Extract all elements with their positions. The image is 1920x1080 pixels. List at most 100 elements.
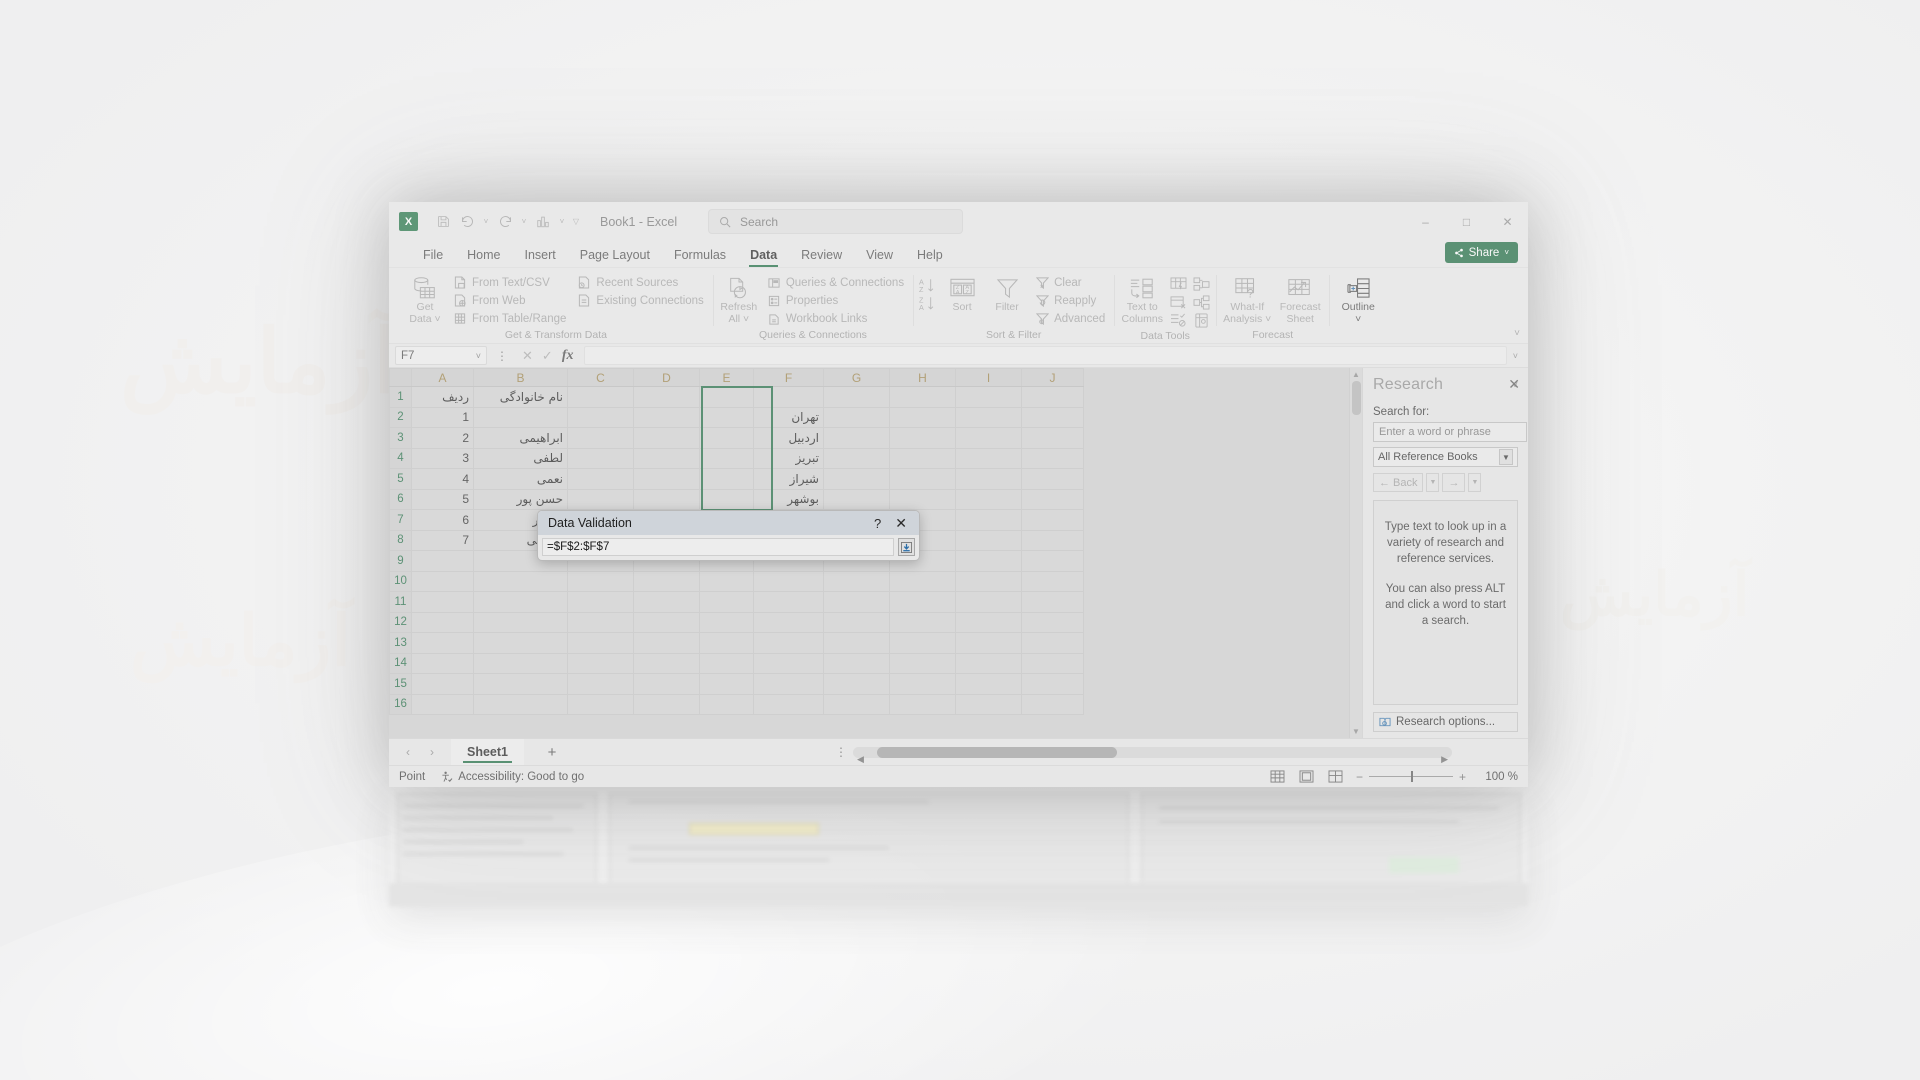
- cell-B4[interactable]: لطفی: [473, 447, 568, 469]
- vertical-scrollbar[interactable]: ▲ ▼: [1349, 368, 1362, 738]
- cell-C3[interactable]: [567, 427, 634, 449]
- cell-A7[interactable]: 6: [411, 509, 474, 531]
- cell-C12[interactable]: [567, 611, 634, 633]
- row-header-6[interactable]: 6: [389, 488, 412, 510]
- cell-J3[interactable]: [1021, 427, 1084, 449]
- consolidate-icon[interactable]: [1191, 276, 1211, 293]
- cell-A6[interactable]: 5: [411, 488, 474, 510]
- horizontal-scroll-thumb[interactable]: [877, 747, 1117, 758]
- cancel-formula-icon[interactable]: ✕: [522, 348, 533, 364]
- vertical-scroll-thumb[interactable]: [1351, 381, 1361, 415]
- cell-H15[interactable]: [889, 673, 956, 695]
- scroll-up-icon[interactable]: ▲: [1352, 370, 1360, 379]
- tab-insert[interactable]: Insert: [513, 243, 568, 267]
- column-header-c[interactable]: C: [567, 368, 634, 387]
- cell-C14[interactable]: [567, 652, 634, 674]
- cell-A9[interactable]: [411, 550, 474, 572]
- row-header-8[interactable]: 8: [389, 529, 412, 551]
- cell-I10[interactable]: [955, 570, 1022, 592]
- row-header-3[interactable]: 3: [389, 427, 412, 449]
- cell-C1[interactable]: [567, 386, 634, 408]
- cell-I5[interactable]: [955, 468, 1022, 490]
- cell-H2[interactable]: [889, 406, 956, 428]
- cell-E4[interactable]: [699, 447, 754, 469]
- worksheet-grid[interactable]: A B C D E F G H I J 1 ردیف نام خانوادگی …: [389, 368, 1349, 738]
- cell-A16[interactable]: [411, 693, 474, 715]
- column-header-j[interactable]: J: [1021, 368, 1084, 387]
- column-header-h[interactable]: H: [889, 368, 956, 387]
- row-header-9[interactable]: 9: [389, 550, 412, 572]
- research-forward-dropdown-icon[interactable]: ▼: [1468, 473, 1482, 492]
- cell-A3[interactable]: 2: [411, 427, 474, 449]
- column-header-i[interactable]: I: [955, 368, 1022, 387]
- cell-I8[interactable]: [955, 529, 1022, 551]
- cell-J16[interactable]: [1021, 693, 1084, 715]
- row-header-15[interactable]: 15: [389, 673, 412, 695]
- cell-I4[interactable]: [955, 447, 1022, 469]
- cell-A2[interactable]: 1: [411, 406, 474, 428]
- formula-bar-more-icon[interactable]: ⋮: [493, 349, 511, 363]
- cell-E5[interactable]: [699, 468, 754, 490]
- cell-F6[interactable]: بوشهر: [753, 488, 824, 510]
- cell-A8[interactable]: 7: [411, 529, 474, 551]
- scroll-left-icon[interactable]: ◀: [857, 754, 864, 765]
- chevron-down-icon[interactable]: ▼: [1499, 449, 1513, 465]
- collapse-ribbon-icon[interactable]: ˅: [1514, 328, 1520, 339]
- cell-I12[interactable]: [955, 611, 1022, 633]
- cell-F15[interactable]: [753, 673, 824, 695]
- cell-D5[interactable]: [633, 468, 700, 490]
- cell-C6[interactable]: [567, 488, 634, 510]
- cell-H12[interactable]: [889, 611, 956, 633]
- formula-input[interactable]: [584, 346, 1507, 365]
- cell-I2[interactable]: [955, 406, 1022, 428]
- get-data-button[interactable]: Get Data ˅: [404, 273, 446, 325]
- row-header-7[interactable]: 7: [389, 509, 412, 531]
- sort-button[interactable]: ZAAZ Sort: [941, 273, 983, 313]
- range-picker-button[interactable]: [898, 538, 915, 556]
- research-pane-close-button[interactable]: ✕: [1508, 376, 1520, 393]
- cell-B2[interactable]: [473, 406, 568, 428]
- cell-G14[interactable]: [823, 652, 890, 674]
- tab-data[interactable]: Data: [738, 243, 789, 267]
- cell-G15[interactable]: [823, 673, 890, 695]
- cell-F14[interactable]: [753, 652, 824, 674]
- cell-G4[interactable]: [823, 447, 890, 469]
- cell-G13[interactable]: [823, 632, 890, 654]
- clear-button[interactable]: Clear: [1031, 274, 1109, 291]
- tab-formulas[interactable]: Formulas: [662, 243, 738, 267]
- cell-J7[interactable]: [1021, 509, 1084, 531]
- undo-icon[interactable]: [456, 211, 478, 233]
- name-box-caret-icon[interactable]: ˅: [476, 351, 481, 361]
- row-header-5[interactable]: 5: [389, 468, 412, 490]
- page-break-view-button[interactable]: [1327, 769, 1344, 784]
- column-header-a[interactable]: A: [411, 368, 474, 387]
- cell-I1[interactable]: [955, 386, 1022, 408]
- cell-A5[interactable]: 4: [411, 468, 474, 490]
- cell-E16[interactable]: [699, 693, 754, 715]
- flash-fill-icon[interactable]: [1168, 276, 1188, 293]
- cell-E11[interactable]: [699, 591, 754, 613]
- cell-J9[interactable]: [1021, 550, 1084, 572]
- queries-connections-button[interactable]: Queries & Connections: [763, 274, 908, 291]
- cell-E2[interactable]: [699, 406, 754, 428]
- cell-I3[interactable]: [955, 427, 1022, 449]
- cell-I13[interactable]: [955, 632, 1022, 654]
- tab-file[interactable]: File: [411, 243, 455, 267]
- search-input[interactable]: [740, 214, 952, 229]
- share-caret-icon[interactable]: ˅: [1504, 248, 1509, 257]
- sheet-tab-overflow-icon[interactable]: ⋮: [835, 745, 847, 759]
- cell-F10[interactable]: [753, 570, 824, 592]
- cell-C4[interactable]: [567, 447, 634, 469]
- relationships-icon[interactable]: [1191, 294, 1211, 311]
- cell-G3[interactable]: [823, 427, 890, 449]
- next-sheet-button[interactable]: ›: [421, 741, 443, 763]
- cell-B1[interactable]: نام خانوادگی: [473, 386, 568, 408]
- cell-B10[interactable]: [473, 570, 568, 592]
- column-header-d[interactable]: D: [633, 368, 700, 387]
- cell-H5[interactable]: [889, 468, 956, 490]
- scroll-right-icon[interactable]: ▶: [1441, 754, 1448, 765]
- outline-caret-icon[interactable]: ˅: [1355, 314, 1361, 325]
- row-header-10[interactable]: 10: [389, 570, 412, 592]
- accessibility-status[interactable]: Accessibility: Good to go: [441, 771, 584, 783]
- row-header-2[interactable]: 2: [389, 406, 412, 428]
